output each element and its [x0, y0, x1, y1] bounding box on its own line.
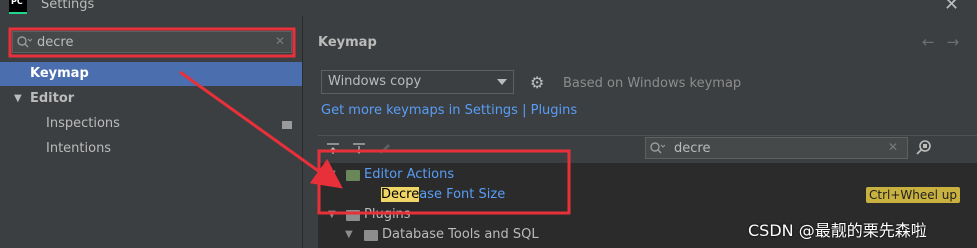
- clear-icon[interactable]: ✕: [888, 140, 898, 154]
- get-more-keymaps-link[interactable]: Get more keymaps in Settings | Plugins: [321, 103, 577, 118]
- sidebar-item-label: Intentions: [46, 141, 112, 156]
- action-search-input[interactable]: [674, 140, 874, 156]
- splitter[interactable]: [302, 16, 303, 248]
- sidebar-item-label: Inspections: [46, 116, 120, 131]
- tree-label: Plugins: [364, 207, 411, 222]
- chevron-down-icon[interactable]: ▼: [345, 225, 353, 245]
- find-shortcut-icon[interactable]: [915, 139, 933, 157]
- sidebar-item-editor[interactable]: ▼ Editor: [0, 87, 302, 111]
- sidebar-item-label: Editor: [30, 91, 75, 106]
- tree-label: Editor Actions: [364, 167, 455, 182]
- expand-all-icon[interactable]: [326, 142, 340, 156]
- settings-search-field[interactable]: ✕: [12, 31, 292, 53]
- window-title: Settings: [41, 0, 95, 12]
- clear-icon[interactable]: ✕: [275, 34, 285, 48]
- chevron-down-icon[interactable]: ▼: [328, 165, 336, 185]
- folder-icon: [346, 210, 360, 221]
- collapse-all-icon[interactable]: [352, 142, 366, 156]
- action-label: Decrease Font Size: [381, 185, 505, 205]
- page-title: Keymap: [318, 35, 377, 50]
- navigation-arrows: ←→: [922, 33, 971, 51]
- shortcut-badge: Ctrl+Wheel up: [866, 187, 961, 203]
- forward-arrow-icon[interactable]: →: [947, 33, 972, 51]
- based-on-label: Based on Windows keymap: [563, 76, 742, 91]
- folder-icon: [364, 230, 378, 241]
- chevron-down-icon[interactable]: ▼: [328, 205, 336, 225]
- search-match-highlight: Decre: [381, 187, 420, 202]
- sidebar-item-label: Keymap: [30, 66, 89, 81]
- sidebar-item-intentions[interactable]: Intentions: [46, 137, 111, 161]
- dropdown-arrow-icon: [497, 79, 507, 85]
- folder-icon: [346, 170, 360, 181]
- reset-icon[interactable]: [282, 121, 292, 129]
- chevron-down-icon[interactable]: ▼: [14, 87, 22, 111]
- back-arrow-icon[interactable]: ←: [922, 33, 947, 51]
- search-icon: [650, 142, 665, 154]
- tree-label: Database Tools and SQL: [382, 227, 539, 242]
- action-label-rest: ase Font Size: [419, 187, 506, 202]
- edit-icon[interactable]: [378, 142, 392, 156]
- settings-search-input[interactable]: [37, 34, 277, 50]
- action-search-field[interactable]: ✕: [645, 137, 908, 159]
- sidebar-item-keymap[interactable]: Keymap: [0, 62, 302, 86]
- sidebar-item-inspections[interactable]: Inspections: [46, 112, 120, 136]
- title-bar: PC Settings ✕: [0, 0, 977, 16]
- gear-icon[interactable]: ⚙: [530, 73, 544, 92]
- search-icon: [17, 36, 32, 48]
- app-logo: PC: [9, 0, 27, 14]
- watermark: CSDN @最靓的栗先森啦: [748, 221, 927, 240]
- keymap-select-value: Windows copy: [328, 74, 422, 89]
- close-icon[interactable]: ✕: [944, 0, 959, 15]
- tree-row-editor-actions[interactable]: ▼ Editor Actions: [318, 165, 977, 185]
- keymap-select[interactable]: Windows copy: [321, 70, 514, 94]
